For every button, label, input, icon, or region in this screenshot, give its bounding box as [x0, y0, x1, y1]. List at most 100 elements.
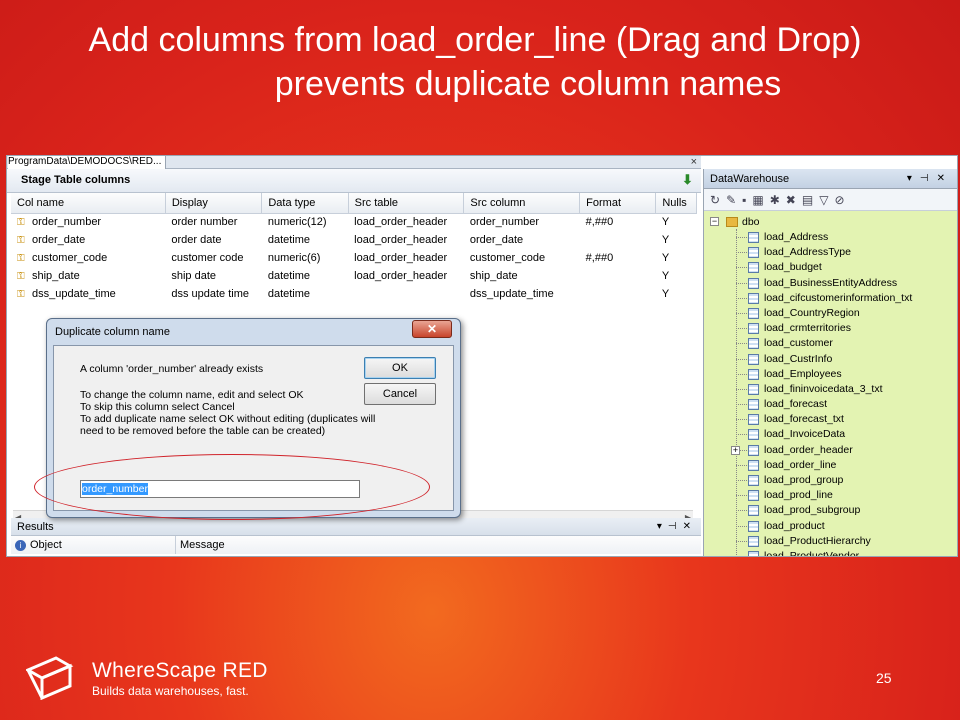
table-cell[interactable]: Y	[656, 213, 697, 231]
tree-item-table[interactable]: load_forecast	[704, 397, 957, 412]
tree-item-table[interactable]: load_product	[704, 519, 957, 534]
tree-connector	[736, 495, 747, 497]
table-cell[interactable]: customer_code	[464, 249, 580, 267]
filter-icon[interactable]: ▽	[819, 193, 834, 207]
table-row[interactable]: ⚿ dss_update_time dss update time datetime d…	[11, 285, 697, 303]
tree-item-table[interactable]: load_order_line	[704, 458, 957, 473]
column-header[interactable]: Display	[165, 193, 263, 214]
tree-item-table[interactable]: load_CustrInfo	[704, 352, 957, 367]
table-cell[interactable]: datetime	[262, 285, 348, 303]
tree-item-table[interactable]: load_BusinessEntityAddress	[704, 276, 957, 291]
tree-item-table[interactable]: load_Address	[704, 230, 957, 245]
table-cell[interactable]: load_order_header	[348, 249, 464, 267]
tree-item-table[interactable]: load_AddressType	[704, 245, 957, 260]
table-cell[interactable]	[580, 267, 656, 285]
table-cell[interactable]: Y	[656, 231, 697, 249]
tree-item-table[interactable]: + load_order_header	[704, 443, 957, 458]
cell-text: order_number	[32, 216, 102, 229]
tree-item-table[interactable]: load_InvoiceData	[704, 427, 957, 442]
table-cell[interactable]: Y	[656, 285, 697, 303]
tree-item-table[interactable]: load_CountryRegion	[704, 306, 957, 321]
clear-filter-icon[interactable]: ⊘	[834, 193, 850, 207]
tree-connector	[736, 464, 747, 466]
tree-item-table[interactable]: load_budget	[704, 260, 957, 275]
column-header[interactable]: Format	[579, 193, 657, 214]
table-cell[interactable]: datetime	[262, 231, 348, 249]
close-icon[interactable]: ×	[691, 156, 697, 168]
tree-item-table[interactable]: load_ProductHierarchy	[704, 534, 957, 549]
table-cell[interactable]: load_order_header	[348, 231, 464, 249]
column-header[interactable]: Nulls	[655, 193, 697, 214]
table-icon[interactable]: ▤	[802, 193, 819, 207]
tree-item-label: load_CustrInfo	[764, 352, 833, 365]
table-cell[interactable]: #,##0	[580, 249, 656, 267]
column-header[interactable]: Src table	[348, 193, 465, 214]
table-cell[interactable]: order number	[165, 213, 261, 231]
table-row[interactable]: ⚿ customer_code customer code numeric(6) loa…	[11, 249, 697, 267]
table-cell[interactable]: datetime	[262, 267, 348, 285]
tree-item-table[interactable]: load_crmterritories	[704, 321, 957, 336]
col-name-cell[interactable]: ⚿ customer_code	[11, 249, 165, 267]
close-icon[interactable]: ✕	[427, 322, 437, 336]
save-icon[interactable]: ▪	[742, 193, 752, 207]
table-cell[interactable]: Y	[656, 267, 697, 285]
table-cell[interactable]: load_order_header	[348, 267, 464, 285]
dialog-close-button[interactable]: ✕	[412, 320, 452, 338]
table-cell[interactable]	[348, 285, 464, 303]
table-cell[interactable]: ship_date	[464, 267, 580, 285]
edit-icon[interactable]: ✎	[726, 193, 742, 207]
ok-button[interactable]: OK	[364, 357, 436, 379]
tree-item-table[interactable]: load_prod_subgroup	[704, 503, 957, 518]
column-header[interactable]: Data type	[261, 193, 349, 214]
stage-table-header: Stage Table columns ⬇	[7, 169, 701, 193]
column-header[interactable]: Col name	[11, 193, 166, 214]
tree-item-label: load_ProductVendor	[764, 549, 860, 557]
tree-item-table[interactable]: load_prod_line	[704, 488, 957, 503]
table-row[interactable]: ⚿ ship_date ship date datetime load_order_he…	[11, 267, 697, 285]
col-name-cell[interactable]: ⚿ order_number	[11, 213, 165, 231]
col-name-cell[interactable]: ⚿ dss_update_time	[11, 285, 165, 303]
table-cell[interactable]: order_number	[464, 213, 580, 231]
tools-icon[interactable]: ✱	[770, 193, 786, 207]
tree-node-dbo[interactable]: − dbo	[704, 214, 957, 230]
col-name-cell[interactable]: ⚿ order_date	[11, 231, 165, 249]
document-tab[interactable]: ProgramData\DEMODOCS\RED...	[8, 156, 167, 169]
column-header[interactable]: Src column	[463, 193, 581, 214]
tree-item-table[interactable]: load_Employees	[704, 367, 957, 382]
delete-icon[interactable]: ✖	[786, 193, 802, 207]
cancel-button[interactable]: Cancel	[364, 383, 436, 405]
tree-item-table[interactable]: load_customer	[704, 336, 957, 351]
tree-item-table[interactable]: load_ProductVendor	[704, 549, 957, 557]
table-cell[interactable]	[580, 231, 656, 249]
pane-controls-icon[interactable]: ▾⊣✕	[657, 518, 697, 536]
slide-title-line-2: prevents duplicate column names	[274, 65, 782, 103]
table-cell[interactable]: order date	[165, 231, 261, 249]
grid-icon[interactable]: ▦	[752, 193, 769, 207]
col-name-cell[interactable]: ⚿ ship_date	[11, 267, 165, 285]
results-col-message[interactable]: Message	[175, 536, 225, 554]
collapse-icon[interactable]: −	[710, 217, 719, 226]
table-cell[interactable]: load_order_header	[348, 213, 464, 231]
tree-item-table[interactable]: load_prod_group	[704, 473, 957, 488]
table-cell[interactable]: customer code	[165, 249, 261, 267]
tree-item-table[interactable]: load_forecast_txt	[704, 412, 957, 427]
pane-controls-icon[interactable]: ▾⊣✕	[907, 169, 953, 189]
table-cell[interactable]: numeric(12)	[262, 213, 348, 231]
table-cell[interactable]: dss update time	[165, 285, 261, 303]
table-row[interactable]: ⚿ order_date order date datetime load_order_…	[11, 231, 697, 249]
table-cell[interactable]: numeric(6)	[262, 249, 348, 267]
download-arrow-icon[interactable]: ⬇	[682, 173, 695, 186]
table-cell[interactable]: dss_update_time	[464, 285, 580, 303]
table-cell[interactable]: ship date	[165, 267, 261, 285]
table-row[interactable]: ⚿ order_number order number numeric(12) load…	[11, 213, 697, 231]
expand-icon[interactable]: +	[731, 445, 740, 455]
table-cell[interactable]: Y	[656, 249, 697, 267]
tree-item-label: load_AddressType	[764, 246, 851, 259]
tree-item-table[interactable]: load_cifcustomerinformation_txt	[704, 291, 957, 306]
table-cell[interactable]	[580, 285, 656, 303]
results-col-object[interactable]: i Object	[15, 536, 62, 554]
refresh-icon[interactable]: ↻	[710, 193, 726, 207]
table-cell[interactable]: #,##0	[580, 213, 656, 231]
table-cell[interactable]: order_date	[464, 231, 580, 249]
tree-item-table[interactable]: load_fininvoicedata_3_txt	[704, 382, 957, 397]
